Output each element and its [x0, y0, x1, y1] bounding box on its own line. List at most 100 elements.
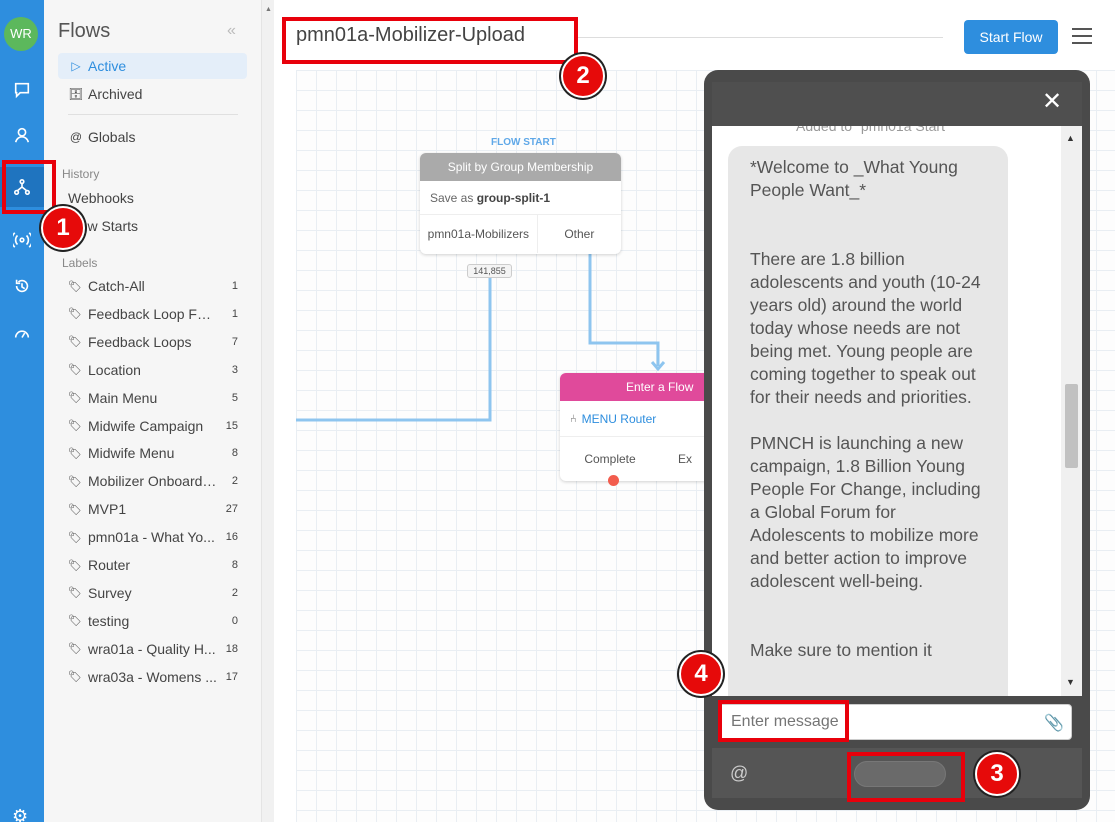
- scroll-up-icon[interactable]: ▲: [1066, 133, 1075, 143]
- split-node[interactable]: Split by Group Membership Save as group-…: [420, 153, 621, 254]
- tag-icon: 🏷: [68, 587, 82, 600]
- sidebar-item-label: Active: [88, 58, 127, 74]
- sidebar-item-label: Globals: [88, 129, 136, 145]
- chat-icon[interactable]: [0, 70, 44, 110]
- at-icon[interactable]: @: [730, 763, 748, 784]
- label-count: 27: [225, 503, 238, 516]
- label-count: 18: [225, 642, 238, 655]
- attachment-icon[interactable]: 📎: [1044, 713, 1064, 733]
- label-item[interactable]: 🏷 testing 0: [68, 610, 238, 632]
- sidebar-item-globals[interactable]: @ Globals: [58, 124, 247, 150]
- label-name: Main Menu: [88, 389, 158, 406]
- label-name: Feedback Loop Fun...: [88, 305, 218, 322]
- label-item[interactable]: 🏷 pmn01a - What Yo... 16: [68, 526, 238, 548]
- sidebar-item-label: Archived: [88, 86, 143, 102]
- sidebar-item-label: Webhooks: [68, 190, 134, 206]
- label-item[interactable]: 🏷 Catch-All 1: [68, 275, 238, 297]
- settings-icon[interactable]: ⚙: [12, 806, 28, 822]
- sidebar-item-archived[interactable]: 🗄 Archived: [58, 81, 247, 107]
- scroll-up-icon[interactable]: ▲: [265, 6, 272, 13]
- label-name: Midwife Campaign: [88, 417, 204, 434]
- exit-complete[interactable]: Complete: [560, 437, 660, 481]
- channels-icon[interactable]: [0, 220, 44, 260]
- scroll-thumb[interactable]: [1065, 384, 1078, 468]
- labels-section-label: Labels: [62, 256, 98, 270]
- tag-icon: 🏷: [68, 308, 82, 321]
- event-message: Added to "pmn01a Start": [796, 126, 950, 134]
- label-item[interactable]: 🏷 Feedback Loop Fun... 1: [68, 303, 238, 325]
- label-count: 1: [231, 280, 238, 292]
- label-name: Mobilizer Onboarding: [88, 473, 218, 490]
- contacts-icon[interactable]: [0, 115, 44, 155]
- label-item[interactable]: 🏷 Feedback Loops 7: [68, 331, 238, 353]
- tag-icon: 🏷: [68, 615, 82, 628]
- label-item[interactable]: 🏷 Mobilizer Onboarding 2: [68, 470, 238, 492]
- history-section-label: History: [62, 167, 100, 181]
- annotation-badge-3: 3: [975, 752, 1019, 796]
- sidebar-item-active[interactable]: ▷ Active: [58, 53, 247, 79]
- exit-expired[interactable]: Ex: [660, 437, 710, 481]
- scroll-down-icon[interactable]: ▼: [1066, 677, 1075, 687]
- label-name: Router: [88, 557, 131, 573]
- label-item[interactable]: 🏷 Main Menu 5: [68, 387, 238, 409]
- enter-flow-title: Enter a Flow: [560, 373, 710, 401]
- label-count: 8: [231, 559, 238, 571]
- label-name: wra03a - Womens ...: [88, 668, 217, 685]
- divider: [68, 114, 238, 115]
- label-name: Survey: [88, 584, 132, 601]
- at-icon: @: [69, 130, 83, 144]
- tag-icon: 🏷: [68, 364, 82, 377]
- hamburger-menu-icon[interactable]: [1072, 28, 1092, 44]
- label-count: 15: [225, 419, 238, 432]
- label-count: 0: [231, 614, 238, 627]
- sidebar-item-flow-starts[interactable]: Flow Starts: [58, 213, 247, 239]
- annotation-badge-2: 2: [561, 54, 605, 98]
- simulator-messages[interactable]: Added to "pmn01a Start" *Welcome to _Wha…: [712, 126, 1082, 696]
- label-item[interactable]: 🏷 Router 8: [68, 554, 238, 576]
- label-count: 5: [231, 391, 238, 404]
- tag-icon: 🏷: [68, 503, 82, 516]
- label-name: wra01a - Quality H...: [88, 640, 216, 657]
- icon-rail: WR ⚙: [0, 0, 44, 822]
- exit-mobilizers[interactable]: pmn01a-Mobilizers: [420, 215, 538, 253]
- label-count: 2: [231, 475, 238, 488]
- annotation-box-4: [718, 700, 849, 742]
- simulator-scrollbar[interactable]: ▲ ▼: [1061, 126, 1082, 696]
- sidebar-item-webhooks[interactable]: Webhooks: [58, 185, 247, 211]
- enter-flow-node[interactable]: Enter a Flow ⑃ MENU Router Complete Ex: [560, 373, 710, 481]
- sidebar-scrollbar[interactable]: ▲: [262, 0, 274, 822]
- history-icon[interactable]: [0, 266, 44, 306]
- router-link[interactable]: MENU Router: [582, 412, 657, 426]
- label-item[interactable]: 🏷 wra03a - Womens ... 17: [68, 666, 238, 688]
- annotation-badge-1: 1: [41, 206, 85, 250]
- label-name: Feedback Loops: [88, 333, 192, 350]
- annotation-box-3: [847, 752, 965, 802]
- count-badge[interactable]: 141,855: [467, 264, 512, 278]
- label-count: 3: [231, 363, 238, 376]
- label-name: pmn01a - What Yo...: [88, 529, 215, 546]
- label-count: 8: [231, 447, 238, 460]
- router-icon: ⑃: [570, 412, 577, 425]
- tag-icon: 🏷: [68, 475, 82, 488]
- annotation-box-2: [282, 17, 578, 64]
- start-flow-button[interactable]: Start Flow: [964, 20, 1058, 54]
- label-item[interactable]: 🏷 Survey 2: [68, 582, 238, 604]
- label-item[interactable]: 🏷 MVP1 27: [68, 498, 238, 520]
- collapse-icon[interactable]: «: [227, 22, 236, 40]
- close-icon[interactable]: ✕: [1042, 90, 1062, 114]
- exit-other[interactable]: Other: [538, 215, 621, 253]
- label-item[interactable]: 🏷 wra01a - Quality H... 18: [68, 638, 238, 660]
- tag-icon: 🏷: [68, 559, 82, 572]
- enter-flow-body: ⑃ MENU Router: [560, 401, 710, 437]
- user-avatar[interactable]: WR: [4, 17, 38, 51]
- tag-icon: 🏷: [68, 392, 82, 405]
- label-name: Midwife Menu: [88, 445, 175, 462]
- dashboard-icon[interactable]: [0, 313, 44, 353]
- tag-icon: 🏷: [68, 531, 82, 544]
- label-item[interactable]: 🏷 Location 3: [68, 359, 238, 381]
- label-name: Catch-All: [88, 278, 145, 294]
- label-item[interactable]: 🏷 Midwife Menu 8: [68, 442, 238, 464]
- label-item[interactable]: 🏷 Midwife Campaign 15: [68, 415, 238, 437]
- flow-start-label: FLOW START: [491, 137, 556, 148]
- exit-dot[interactable]: [608, 475, 619, 486]
